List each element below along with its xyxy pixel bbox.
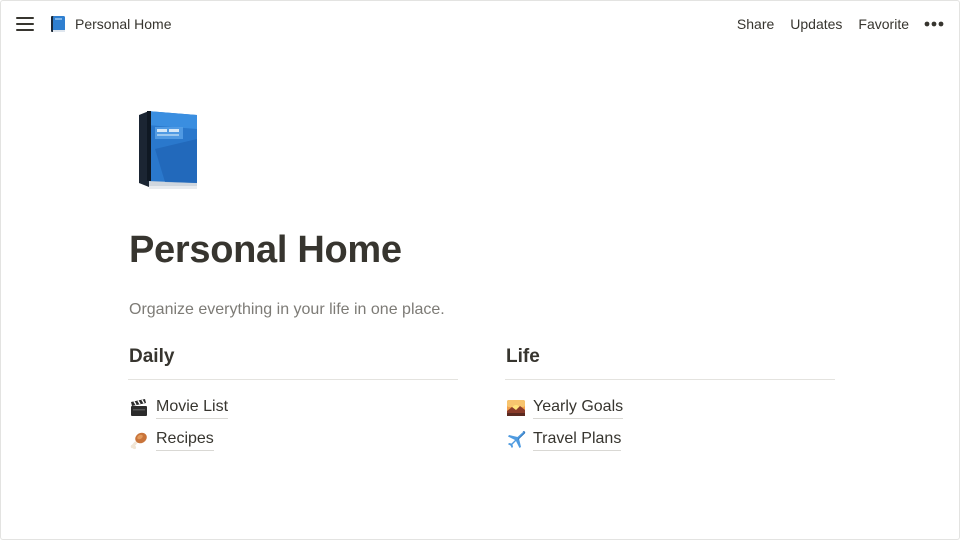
link-label-travel-plans[interactable]: Travel Plans	[533, 429, 622, 451]
more-dots-icon[interactable]	[923, 13, 945, 35]
link-label-movie-list[interactable]: Movie List	[156, 397, 229, 419]
breadcrumb-page[interactable]: Personal Home	[49, 12, 172, 36]
clapper-board-icon	[128, 397, 150, 419]
top-bar: Personal Home Share Updates Favorite	[1, 1, 959, 47]
poultry-leg-icon	[128, 429, 150, 451]
page-title[interactable]: Personal Home	[129, 229, 402, 272]
share-button[interactable]: Share	[737, 16, 774, 32]
link-label-recipes[interactable]: Recipes	[156, 429, 214, 451]
app-window: Personal Home Share Updates Favorite Per…	[0, 0, 960, 540]
header-actions: Share Updates Favorite	[721, 12, 945, 36]
blue-book-icon	[49, 15, 67, 33]
updates-button[interactable]: Updates	[790, 16, 842, 32]
favorite-button[interactable]: Favorite	[858, 16, 909, 32]
airplane-icon	[505, 429, 527, 451]
page-link-travel-plans[interactable]: Travel Plans	[505, 424, 835, 456]
sunrise-icon	[505, 397, 527, 419]
column-daily: Daily Movie List Recipes	[128, 345, 458, 456]
daily-links: Movie List Recipes	[128, 392, 458, 456]
divider	[505, 379, 835, 380]
breadcrumb-label: Personal Home	[75, 16, 172, 32]
page-description[interactable]: Organize everything in your life in one …	[129, 301, 445, 319]
divider	[128, 379, 458, 380]
page-link-recipes[interactable]: Recipes	[128, 424, 458, 456]
page-link-yearly-goals[interactable]: Yearly Goals	[505, 392, 835, 424]
hamburger-menu-icon[interactable]	[13, 12, 37, 36]
link-label-yearly-goals[interactable]: Yearly Goals	[533, 397, 624, 419]
section-heading-daily[interactable]: Daily	[128, 345, 458, 371]
life-links: Yearly Goals Travel Plans	[505, 392, 835, 456]
page-icon-blue-book-icon[interactable]	[135, 109, 203, 191]
section-heading-life[interactable]: Life	[505, 345, 835, 371]
page-link-movie-list[interactable]: Movie List	[128, 392, 458, 424]
column-life: Life Yearly Goals Travel Plans	[505, 345, 835, 456]
